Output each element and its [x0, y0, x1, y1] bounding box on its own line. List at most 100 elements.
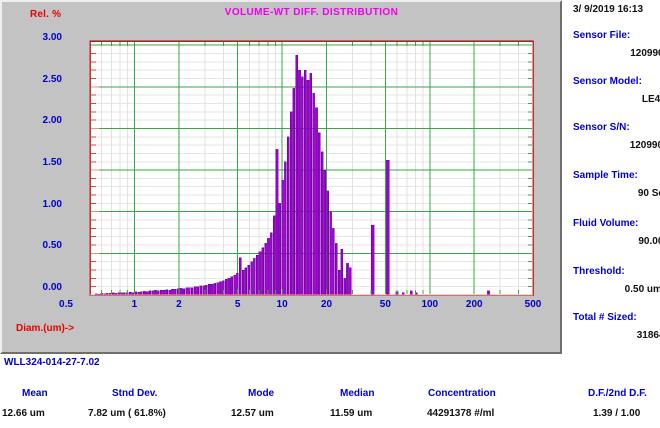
y-tick-label: 1.00: [16, 199, 62, 210]
histogram-bar: [208, 284, 210, 295]
histogram-bar: [197, 287, 199, 295]
histogram-bar: [327, 191, 329, 295]
datetime-stamp: 3/ 9/2019 16:13: [573, 4, 643, 15]
x-tick-label: 500: [513, 299, 553, 310]
histogram-bar: [318, 133, 320, 295]
y-tick-label: 1.50: [16, 157, 62, 168]
histogram-bar: [253, 258, 255, 295]
sidebar-field-total-sized: Total # Sized: 318643: [573, 312, 659, 323]
histogram-bar: [231, 277, 233, 295]
field-label: Sensor S/N:: [573, 122, 630, 133]
stat-value-mean: 12.66 um: [2, 408, 45, 419]
histogram-bar: [183, 289, 185, 295]
stat-header-mode: Mode: [248, 388, 274, 399]
histogram-bar: [287, 137, 289, 295]
histogram-bar: [310, 73, 312, 295]
histogram-bar: [200, 286, 202, 295]
histogram-bar: [256, 255, 258, 295]
sidebar-field-sensor-sn: Sensor S/N: 1209903: [573, 122, 659, 133]
stat-header-median: Median: [340, 388, 374, 399]
x-tick-label: 2: [159, 299, 199, 310]
histogram-bar: [270, 233, 272, 295]
field-label: Sensor Model:: [573, 76, 642, 87]
stat-value-df-2nd-df: 1.39 / 1.00: [593, 408, 640, 419]
histogram-bar: [330, 212, 332, 295]
stat-header-concentration: Concentration: [428, 388, 496, 399]
histogram-bar: [276, 149, 278, 295]
field-label: Sample Time:: [573, 170, 638, 181]
histogram-bar: [386, 160, 389, 295]
histogram-bar: [259, 252, 261, 295]
field-value: 90 Sec: [638, 188, 660, 199]
histogram-bar: [307, 80, 309, 295]
histogram-bar: [234, 275, 236, 295]
x-tick-label: 10: [262, 299, 302, 310]
x-tick-label: 200: [454, 299, 494, 310]
histogram-bar: [284, 162, 286, 295]
histogram-bar: [219, 282, 221, 295]
histogram-bar: [203, 286, 205, 295]
histogram-bar: [344, 278, 346, 295]
histogram-bar: [211, 284, 213, 295]
histogram-bar: [301, 77, 303, 295]
x-tick-label: 5: [218, 299, 258, 310]
y-tick-label: 2.00: [16, 115, 62, 126]
histogram-bar: [166, 290, 168, 295]
histogram-bar: [194, 287, 196, 295]
histogram-bar: [349, 268, 351, 295]
histogram-bar: [245, 268, 247, 295]
sidebar-field-fluid-volume: Fluid Volume: 90.00 ml: [573, 218, 659, 229]
histogram-bar: [341, 249, 343, 295]
histogram-bar: [338, 270, 340, 295]
histogram-bar: [324, 170, 326, 295]
sidebar-field-sensor-model: Sensor Model: LE400-05 SUM: [573, 76, 659, 87]
histogram-bar: [191, 288, 193, 295]
histogram-bar: [262, 248, 264, 295]
histogram-bar: [293, 88, 295, 295]
field-label: Total # Sized:: [573, 312, 637, 323]
histogram-bar: [290, 112, 292, 295]
sidebar-field-sample-time: Sample Time: 90 Sec: [573, 170, 659, 181]
x-tick-label: 100: [410, 299, 450, 310]
y-tick-label: 3.00: [16, 32, 62, 43]
histogram-bar: [332, 228, 334, 295]
stat-value-stnd-dev: 7.82 um ( 61.8%): [88, 408, 166, 419]
stat-header-df-2nd-df: D.F./2nd D.F.: [588, 388, 647, 399]
histogram-bar: [251, 262, 253, 295]
field-label: Fluid Volume:: [573, 218, 638, 229]
field-value: 90.00 ml: [638, 236, 660, 247]
field-label: Threshold:: [573, 266, 625, 277]
field-value: 0.50 um: [625, 284, 660, 295]
field-value: LE400-05 SUM: [642, 94, 660, 105]
histogram-bar: [180, 288, 182, 295]
field-value: 1209903_071018S.SNS: [630, 48, 660, 59]
sidebar-field-sensor-file: Sensor File: 1209903_071018S.SNS: [573, 30, 659, 41]
histogram-bar: [267, 238, 269, 295]
field-value: 318643: [637, 330, 660, 341]
histogram-bar: [321, 152, 323, 295]
histogram-bar: [174, 289, 176, 295]
x-tick-label: 20: [307, 299, 347, 310]
y-tick-label: 0.50: [16, 240, 62, 251]
histogram-bar: [188, 288, 190, 295]
y-tick-label: 0.00: [16, 282, 62, 293]
histogram-bar: [214, 283, 216, 295]
distribution-chart-panel: Rel. % VOLUME-WT DIFF. DISTRIBUTION 3.00…: [0, 0, 562, 354]
sample-id: WLL324-014-27-7.02: [4, 357, 100, 368]
x-tick-label: 1: [114, 299, 154, 310]
histogram-bar: [265, 243, 267, 295]
histogram-bar: [282, 180, 284, 295]
histogram-bar: [217, 283, 219, 295]
histogram-bar: [186, 288, 188, 295]
histogram-bar: [304, 70, 306, 295]
histogram-bar: [296, 55, 298, 295]
histogram-bar: [279, 203, 281, 295]
stat-value-mode: 12.57 um: [231, 408, 274, 419]
histogram-bar: [228, 278, 230, 295]
histogram-bar: [273, 216, 275, 295]
histogram-bar: [346, 263, 348, 295]
stat-header-stnd-dev: Stnd Dev.: [112, 388, 157, 399]
histogram-bar: [239, 258, 241, 295]
stat-value-median: 11.59 um: [330, 408, 372, 419]
histogram-bar: [171, 289, 173, 295]
